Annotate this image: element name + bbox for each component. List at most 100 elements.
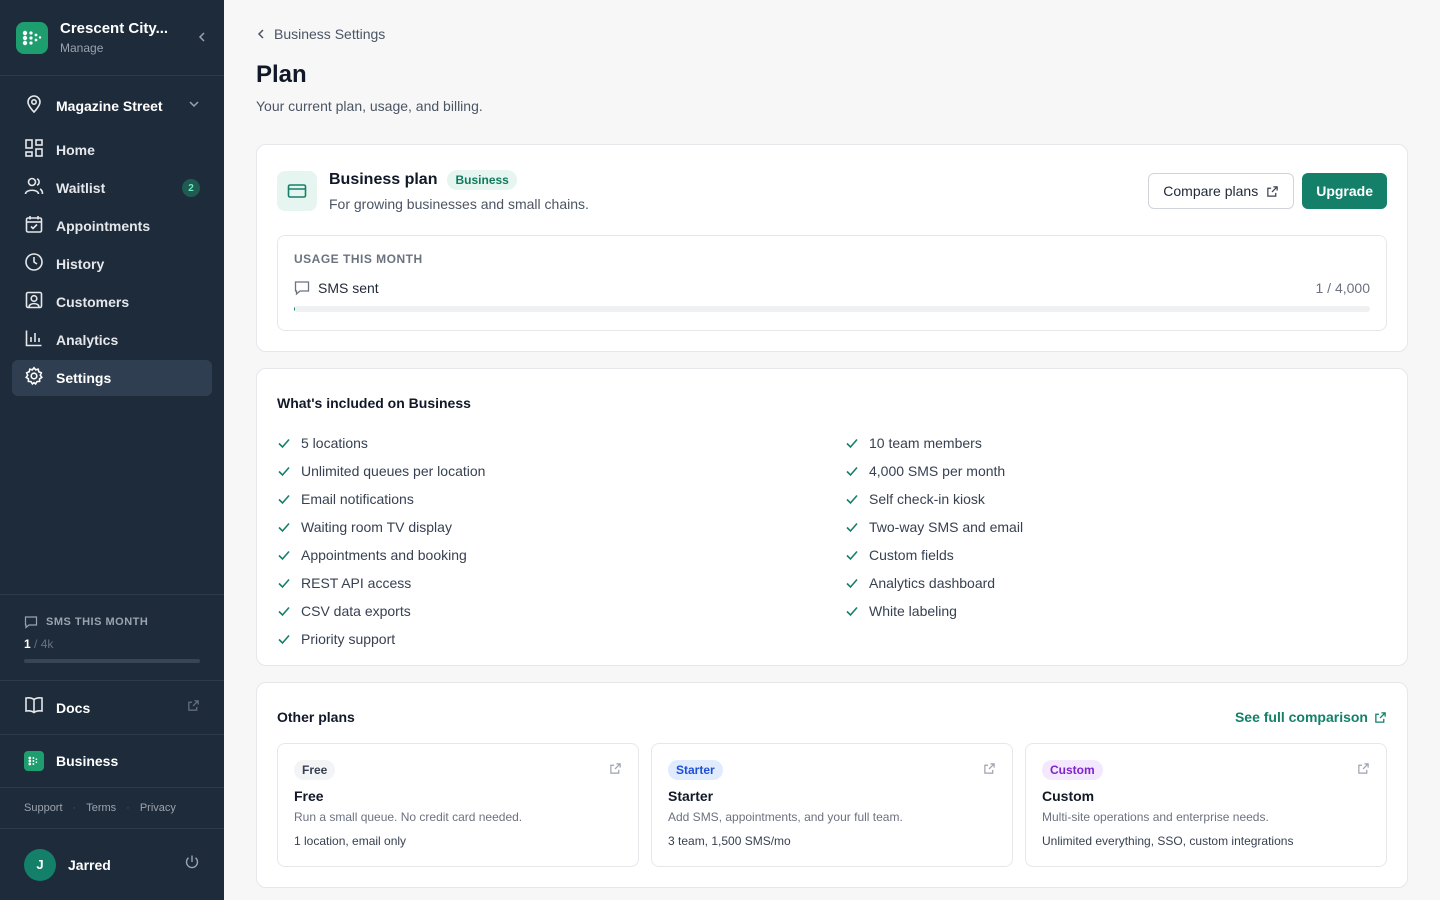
usage-progress-bar: [294, 306, 1370, 312]
book-icon: [24, 695, 44, 720]
plan-detail: 1 location, email only: [294, 834, 407, 848]
features-column-right: 10 team members 4,000 SMS per month Self c…: [845, 429, 1023, 625]
feature-item: Email notifications: [277, 485, 485, 513]
contact-icon: [24, 290, 44, 315]
avatar: J: [24, 848, 56, 881]
plan-detail: Unlimited everything, SSO, custom integr…: [1042, 834, 1294, 848]
sms-used-value: 1: [24, 637, 31, 651]
user-name: Jarred: [68, 856, 111, 873]
plan-tag: Free: [294, 760, 336, 780]
location-name: Magazine Street: [56, 98, 163, 114]
feature-item: Two-way SMS and email: [845, 513, 1023, 541]
check-icon: [278, 634, 290, 645]
external-link-icon: [984, 763, 995, 774]
plan-card-custom[interactable]: Custom Custom Multi-site operations and …: [1025, 743, 1387, 867]
map-pin-icon: [24, 94, 44, 119]
feature-item: White labeling: [845, 597, 1023, 625]
user-menu[interactable]: J Jarred: [0, 828, 224, 900]
sidebar-item-label: History: [56, 256, 105, 272]
section-title: Other plans: [277, 709, 355, 725]
docs-label: Docs: [56, 699, 91, 716]
breadcrumb-label: Business Settings: [274, 26, 386, 42]
support-link[interactable]: Support: [24, 802, 63, 814]
brand-logo-icon: [16, 21, 48, 54]
feature-label: Unlimited queues per location: [301, 463, 486, 479]
users-icon: [24, 176, 44, 201]
check-icon: [278, 494, 290, 505]
check-icon: [278, 550, 290, 561]
usage-value: 1 / 4,000: [1315, 280, 1371, 296]
power-icon[interactable]: [184, 854, 200, 875]
external-link-icon: [1375, 711, 1386, 723]
see-full-comparison-link[interactable]: See full comparison: [1235, 709, 1387, 725]
compare-plans-label: Compare plans: [1163, 183, 1259, 199]
page-title: Plan: [256, 61, 307, 88]
sidebar-item-history[interactable]: History: [12, 246, 212, 282]
feature-item: Appointments and booking: [277, 541, 485, 569]
feature-item: Unlimited queues per location: [277, 457, 485, 485]
plan-name: Business plan: [329, 171, 438, 188]
compare-plans-button[interactable]: Compare plans: [1148, 173, 1295, 209]
sms-usage-title: SMS THIS MONTH: [46, 616, 149, 628]
sidebar-item-label: Analytics: [56, 332, 119, 348]
location-selector[interactable]: Magazine Street: [0, 90, 224, 122]
check-icon: [278, 466, 290, 477]
check-icon: [278, 438, 290, 449]
current-plan-label: Business: [56, 753, 119, 769]
current-plan-card: Business plan Business For growing busin…: [256, 144, 1408, 352]
external-link-icon: [610, 763, 621, 774]
feature-item: Self check-in kiosk: [845, 485, 1023, 513]
page-description: Your current plan, usage, and billing.: [256, 98, 483, 114]
breadcrumb[interactable]: Business Settings: [256, 24, 1408, 44]
feature-item: Waiting room TV display: [277, 513, 485, 541]
org-name: Crescent City...: [60, 20, 169, 37]
bar-chart-icon: [24, 328, 44, 353]
plan-tag: Business: [447, 170, 517, 190]
feature-item: CSV data exports: [277, 597, 485, 625]
external-link-icon: [1358, 763, 1369, 774]
plan-tag: Custom: [1042, 760, 1103, 780]
docs-link[interactable]: Docs: [0, 680, 224, 734]
sms-progress-bar: [24, 659, 200, 663]
terms-link[interactable]: Terms: [86, 802, 116, 814]
plan-detail: 3 team, 1,500 SMS/mo: [668, 834, 791, 848]
plan-name: Custom: [1042, 788, 1095, 804]
upgrade-button[interactable]: Upgrade: [1302, 173, 1387, 209]
separator: ·: [72, 802, 77, 814]
feature-label: REST API access: [301, 575, 412, 591]
plan-card-starter[interactable]: Starter Starter Add SMS, appointments, a…: [651, 743, 1013, 867]
sidebar-item-appointments[interactable]: Appointments: [12, 208, 212, 244]
feature-label: Priority support: [301, 631, 396, 647]
feature-item: Priority support: [277, 625, 485, 653]
brand-logo-icon: [24, 751, 44, 771]
check-icon: [846, 494, 858, 505]
plan-card-free[interactable]: Free Free Run a small queue. No credit c…: [277, 743, 639, 867]
sidebar-item-home[interactable]: Home: [12, 132, 212, 168]
sidebar-item-settings[interactable]: Settings: [12, 360, 212, 396]
see-full-label: See full comparison: [1234, 709, 1368, 725]
sidebar-item-analytics[interactable]: Analytics: [12, 322, 212, 358]
chevron-down-icon: [188, 97, 200, 115]
external-link-icon: [1267, 185, 1278, 197]
check-icon: [278, 522, 290, 533]
privacy-link[interactable]: Privacy: [140, 802, 176, 814]
message-icon: [294, 281, 310, 296]
usage-panel: USAGE THIS MONTH SMS sent 1 / 4,000: [277, 235, 1387, 331]
main-content: Business Settings Plan Your current plan…: [256, 0, 1408, 888]
current-plan-link[interactable]: Business: [0, 734, 224, 787]
sidebar-header: Crescent City... Manage: [0, 0, 224, 76]
sidebar-item-customers[interactable]: Customers: [12, 284, 212, 320]
check-icon: [846, 522, 858, 533]
org-subtitle: Manage: [60, 41, 104, 55]
feature-item: REST API access: [277, 569, 485, 597]
plan-description: Multi-site operations and enterprise nee…: [1042, 810, 1269, 824]
other-plans-card: Other plans See full comparison Free Fre…: [256, 682, 1408, 888]
plan-cards: Free Free Run a small queue. No credit c…: [277, 743, 1387, 867]
separator: ·: [126, 802, 130, 814]
check-icon: [846, 438, 858, 449]
sidebar-item-label: Appointments: [56, 218, 151, 234]
feature-label: Email notifications: [301, 491, 414, 507]
plan-tag: Starter: [668, 760, 723, 780]
sidebar-item-waitlist[interactable]: Waitlist 2: [12, 170, 212, 206]
collapse-sidebar-icon[interactable]: [196, 30, 208, 46]
